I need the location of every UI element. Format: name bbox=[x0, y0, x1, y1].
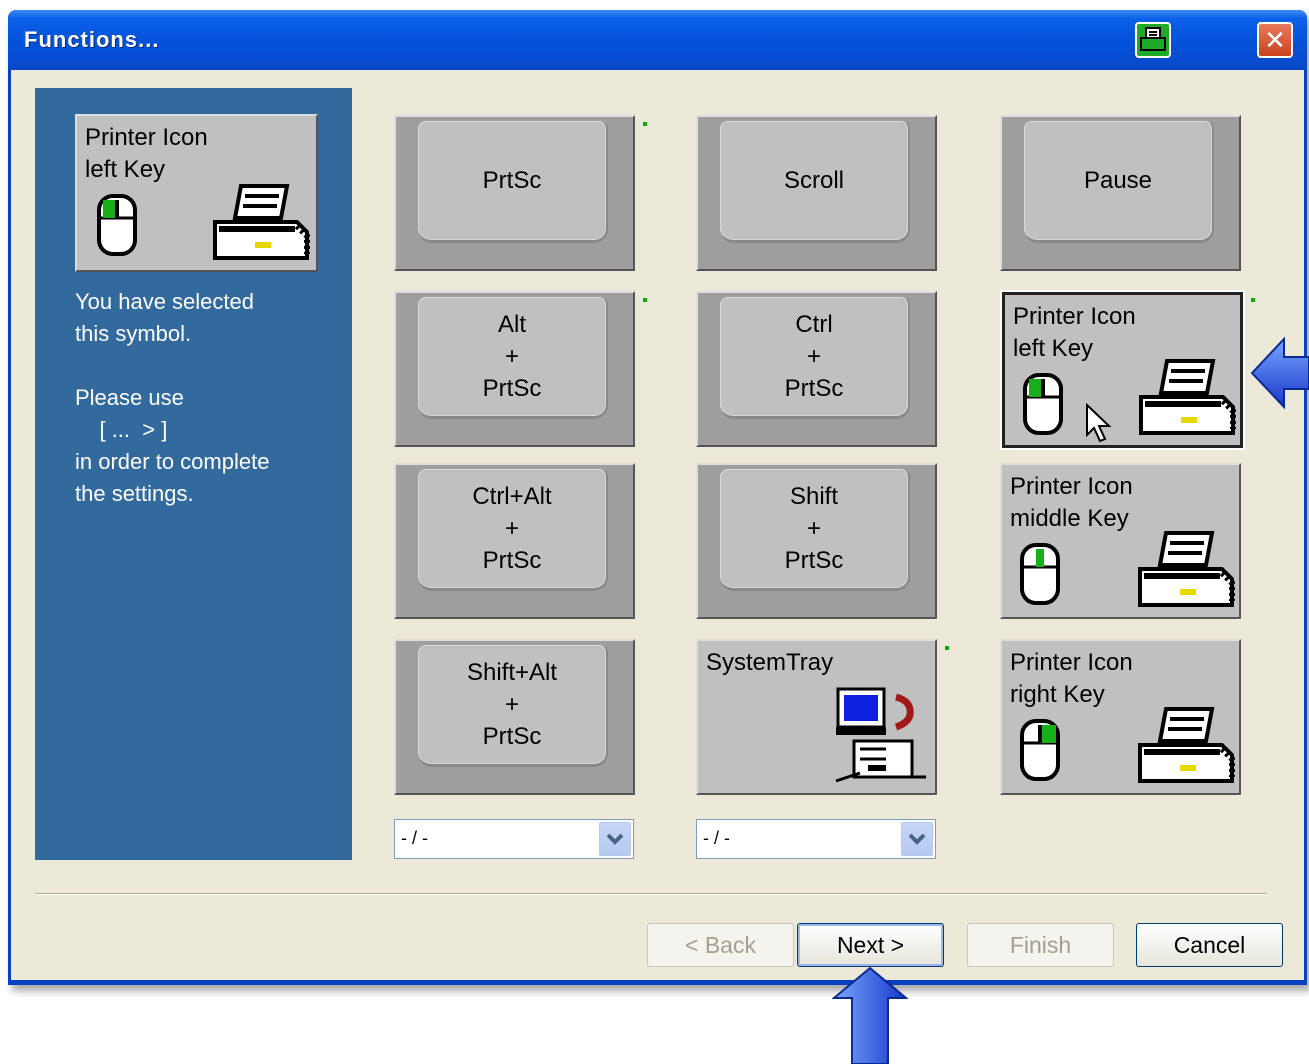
key-alt-prtsc[interactable]: Alt + PrtSc bbox=[394, 291, 635, 447]
close-icon: ✕ bbox=[1264, 25, 1286, 55]
info-panel: Printer Icon left Key You have selected … bbox=[35, 88, 352, 860]
printer-icon bbox=[1139, 359, 1236, 435]
hotkey-dropdown-1[interactable]: - / - bbox=[394, 819, 634, 859]
selected-symbol-preview: Printer Icon left Key bbox=[75, 114, 318, 272]
key-systemtray[interactable]: SystemTray bbox=[696, 639, 937, 795]
key-shift-alt-prtsc[interactable]: Shift+Alt + PrtSc bbox=[394, 639, 635, 795]
status-dot bbox=[643, 122, 647, 126]
key-printer-left-selected[interactable]: Printer Icon left Key bbox=[1002, 292, 1243, 448]
back-button[interactable]: < Back bbox=[647, 923, 794, 967]
print-icon[interactable] bbox=[1135, 22, 1171, 58]
printer-icon bbox=[213, 184, 310, 260]
key-ctrl-alt-prtsc[interactable]: Ctrl+Alt + PrtSc bbox=[394, 463, 635, 619]
hotkey-dropdown-2[interactable]: - / - bbox=[696, 819, 936, 859]
key-printer-middle[interactable]: Printer Icon middle Key bbox=[1000, 463, 1241, 619]
selected-symbol-label: Printer Icon left Key bbox=[85, 124, 208, 183]
next-button[interactable]: Next > bbox=[797, 923, 944, 967]
chevron-down-icon[interactable] bbox=[599, 822, 631, 856]
wizard-window: Functions... ✕ Printer Icon left Key You… bbox=[8, 10, 1307, 985]
close-button[interactable]: ✕ bbox=[1257, 22, 1293, 58]
mouse-middle-icon bbox=[1020, 543, 1060, 605]
cursor-icon bbox=[1086, 403, 1112, 443]
separator bbox=[35, 893, 1267, 895]
key-scroll[interactable]: Scroll bbox=[696, 115, 937, 271]
left-arrow-indicator bbox=[1250, 336, 1309, 410]
finish-button[interactable]: Finish bbox=[967, 923, 1114, 967]
mouse-left-icon bbox=[1023, 373, 1063, 435]
chevron-down-icon[interactable] bbox=[901, 822, 933, 856]
cancel-button[interactable]: Cancel bbox=[1136, 923, 1283, 967]
key-printer-right[interactable]: Printer Icon right Key bbox=[1000, 639, 1241, 795]
status-dot bbox=[643, 298, 647, 302]
title-bar[interactable]: Functions... ✕ bbox=[8, 10, 1307, 70]
window-title: Functions... bbox=[24, 27, 160, 52]
printer-icon bbox=[1138, 707, 1235, 783]
up-arrow-indicator bbox=[832, 966, 908, 1064]
key-prtsc[interactable]: PrtSc bbox=[394, 115, 635, 271]
key-pause[interactable]: Pause bbox=[1000, 115, 1241, 271]
dialog-client: Printer Icon left Key You have selected … bbox=[11, 70, 1304, 980]
status-dot bbox=[945, 646, 949, 650]
info-text: You have selected this symbol. Please us… bbox=[75, 289, 270, 506]
status-dot bbox=[1251, 298, 1255, 302]
key-shift-prtsc[interactable]: Shift + PrtSc bbox=[696, 463, 937, 619]
mouse-right-icon bbox=[1020, 719, 1060, 781]
mouse-left-icon bbox=[97, 194, 137, 256]
computer-fax-icon bbox=[835, 687, 926, 783]
key-ctrl-prtsc[interactable]: Ctrl + PrtSc bbox=[696, 291, 937, 447]
printer-icon bbox=[1138, 531, 1235, 607]
